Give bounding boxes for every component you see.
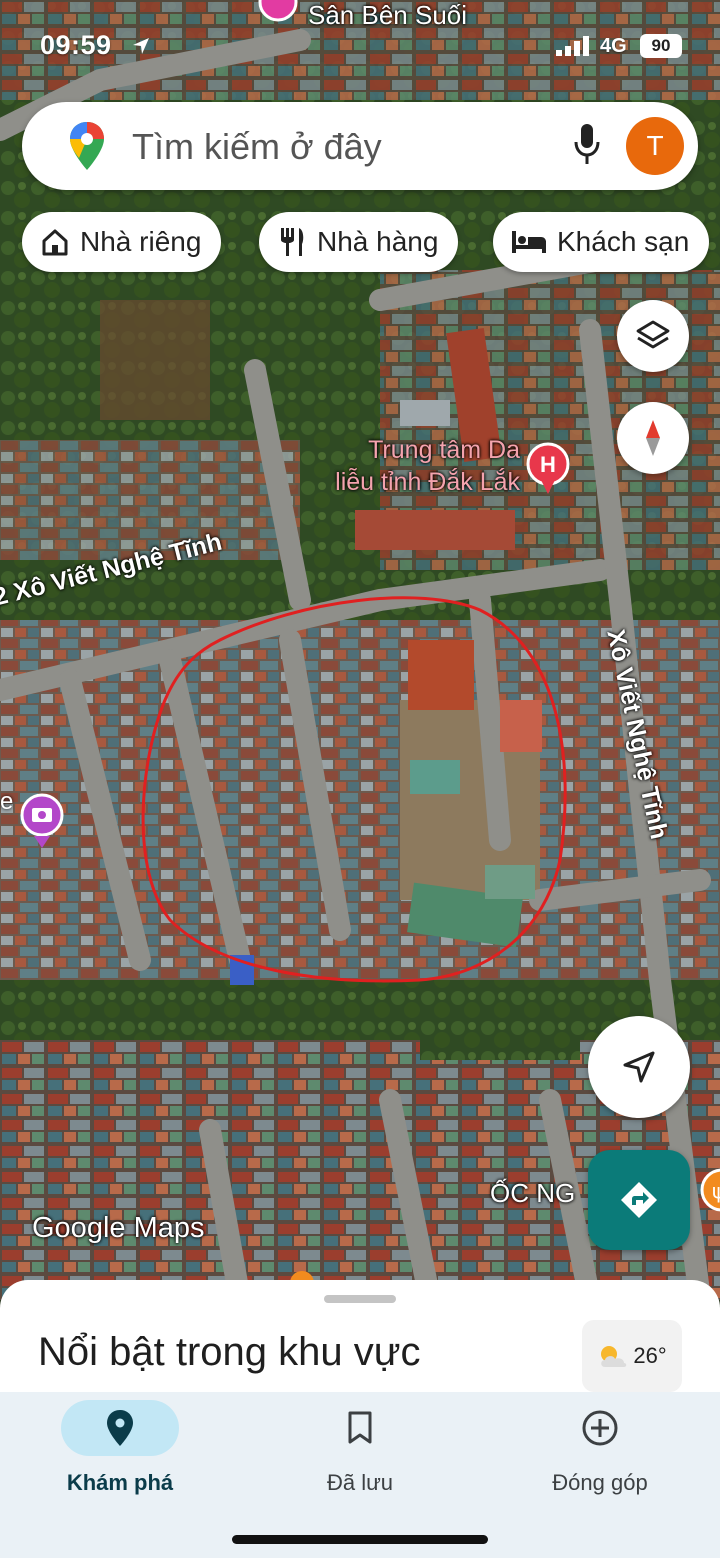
svg-text:ψ: ψ (712, 1179, 720, 1203)
bottom-sheet[interactable]: Nổi bật trong khu vực 26° (0, 1280, 720, 1410)
location-pin-icon (107, 1410, 133, 1446)
weather-badge[interactable]: 26° (582, 1320, 682, 1392)
map-label-hospital[interactable]: Trung tâm Da liễu tỉnh Đắk Lắk (300, 434, 520, 498)
chip-hotel-label: Khách sạn (557, 226, 690, 257)
navigation-arrow-icon (623, 1051, 655, 1083)
hospital-name-line2: liễu tỉnh Đắk Lắk (335, 468, 520, 496)
chip-hotel[interactable]: Khách sạn (493, 212, 710, 272)
nav-contribute-icon-wrap (541, 1400, 659, 1456)
directions-button[interactable] (588, 1150, 690, 1250)
google-maps-logo-icon (70, 122, 104, 170)
map-label-left-edge: e (0, 788, 14, 815)
my-location-button[interactable] (588, 1016, 690, 1118)
sheet-drag-handle[interactable] (324, 1295, 396, 1303)
account-avatar[interactable]: T (626, 117, 684, 175)
nav-explore-icon-wrap (61, 1400, 179, 1456)
temperature: 26° (633, 1343, 667, 1368)
google-maps-watermark: Google Maps (32, 1212, 205, 1244)
home-icon (42, 229, 68, 256)
battery-indicator: 90 (640, 34, 682, 58)
nav-saved-icon-wrap (301, 1400, 419, 1456)
nav-contribute-label: Đóng góp (552, 1470, 648, 1495)
map-label-place-bottom[interactable]: ỐC NG (490, 1178, 575, 1209)
partly-cloudy-icon (601, 1346, 627, 1367)
search-bar[interactable]: Tìm kiếm ở đây T (22, 102, 698, 190)
directions-icon (621, 1182, 657, 1218)
chip-restaurant-label: Nhà hàng (317, 226, 439, 257)
chip-restaurant[interactable]: Nhà hàng (259, 212, 459, 272)
restaurant-icon (281, 228, 304, 256)
location-arrow-icon (133, 38, 149, 54)
chip-home[interactable]: Nhà riêng (22, 212, 222, 272)
nav-explore[interactable]: Khám phá (0, 1392, 240, 1512)
signal-icon (556, 36, 589, 56)
home-indicator[interactable] (232, 1535, 488, 1544)
sheet-title: Nổi bật trong khu vực (38, 1330, 421, 1374)
compass-icon (646, 420, 660, 456)
bottom-navigation: Khám phá Đã lưu Đóng góp (0, 1392, 720, 1558)
chip-home-label: Nhà riêng (80, 226, 202, 257)
network-type: 4G (600, 35, 627, 57)
status-time: 09:59 (40, 30, 112, 60)
nav-explore-label: Khám phá (66, 1470, 174, 1495)
nav-saved-label: Đã lưu (326, 1470, 394, 1495)
hotel-icon (512, 231, 546, 253)
status-bar: 09:59 4G 90 (0, 0, 720, 92)
hospital-name-line1: Trung tâm Da (368, 436, 520, 464)
search-input[interactable]: Tìm kiếm ở đây (132, 126, 382, 168)
svg-text:H: H (540, 452, 556, 477)
bookmark-icon (348, 1411, 372, 1444)
nav-saved[interactable]: Đã lưu (240, 1392, 480, 1512)
compass-button[interactable] (617, 402, 689, 474)
microphone-icon[interactable] (574, 124, 600, 166)
nav-contribute[interactable]: Đóng góp (480, 1392, 720, 1512)
layers-button[interactable] (617, 300, 689, 372)
layers-icon (636, 320, 670, 349)
add-circle-icon (582, 1410, 618, 1446)
